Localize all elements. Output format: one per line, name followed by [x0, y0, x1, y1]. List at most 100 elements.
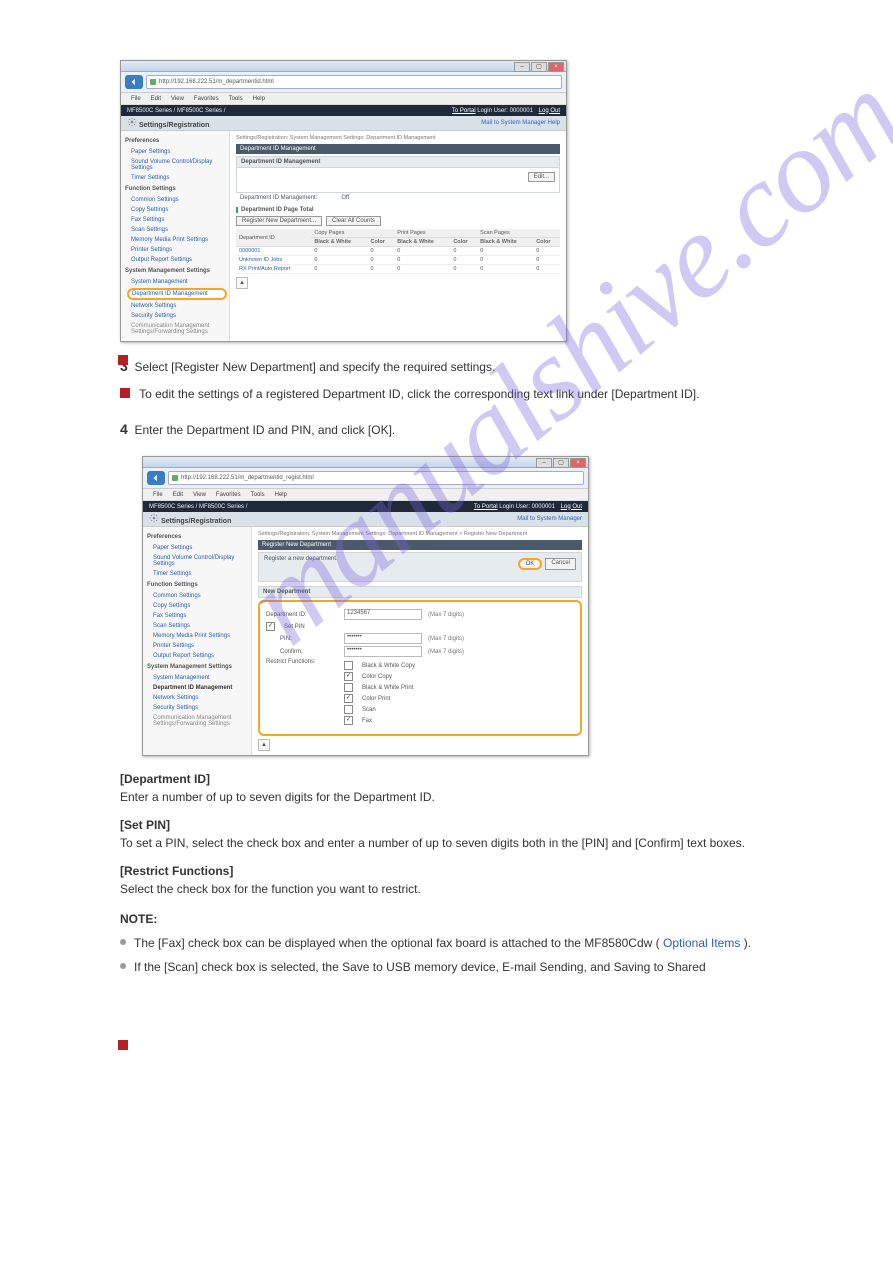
logout-link[interactable]: Log Out [539, 108, 560, 114]
rf-cbx-bwcopy[interactable] [344, 661, 353, 670]
dept-id-link[interactable]: Unknown ID Jobs [236, 256, 311, 265]
fd-restrict-desc: Select the check box for the function yo… [120, 882, 421, 896]
note-bullet-fax: The [Fax] check box can be displayed whe… [120, 934, 833, 952]
menu-tools[interactable]: Tools [251, 492, 265, 498]
note-scan-text: If the [Scan] check box is selected, the… [134, 960, 706, 974]
menu-favorites[interactable]: Favorites [194, 96, 219, 102]
back-to-top-button[interactable]: ▲ [258, 739, 270, 751]
sidebar-item-fax[interactable]: Fax Settings [121, 215, 229, 225]
settings-header: Settings/Registration Mail to System Man… [121, 116, 566, 131]
sidebar-item-common[interactable]: Common Settings [143, 591, 251, 601]
breadcrumb: Settings/Registration: System Management… [236, 135, 560, 141]
sidebar-item-network[interactable]: Network Settings [121, 301, 229, 311]
ok-button[interactable]: OK [518, 558, 543, 570]
help-link[interactable]: Help [548, 120, 560, 126]
cell-value: 0 [533, 265, 560, 274]
edit-button[interactable]: Edit... [528, 172, 555, 182]
sidebar: Preferences Paper Settings Sound Volume … [143, 527, 252, 755]
sidebar-item-memory[interactable]: Memory Media Print Settings [121, 235, 229, 245]
sidebar-item-scan[interactable]: Scan Settings [143, 621, 251, 631]
menu-view[interactable]: View [193, 492, 206, 498]
sidebar-item-printer[interactable]: Printer Settings [121, 245, 229, 255]
sidebar-item-output[interactable]: Output Report Settings [121, 255, 229, 265]
rf-cbx-fax[interactable] [344, 716, 353, 725]
clear-all-counts-button[interactable]: Clear All Counts [326, 216, 381, 226]
rf-cbx-bwprint[interactable] [344, 683, 353, 692]
back-button[interactable] [125, 75, 143, 89]
sidebar-item-copy[interactable]: Copy Settings [121, 205, 229, 215]
menu-edit[interactable]: Edit [173, 492, 183, 498]
sidebar-item-deptid[interactable]: Department ID Management [127, 288, 227, 300]
sidebar-item-comm[interactable]: Communication Management Settings/Forwar… [121, 321, 229, 337]
maximize-button[interactable]: ▢ [553, 458, 569, 468]
sidebar-item-system[interactable]: System Management [143, 673, 251, 683]
sidebar-item-printer[interactable]: Printer Settings [143, 641, 251, 651]
dept-id-link[interactable]: 0000001 [236, 247, 311, 256]
menu-favorites[interactable]: Favorites [216, 492, 241, 498]
sidebar-item-output[interactable]: Output Report Settings [143, 651, 251, 661]
sidebar-item-security[interactable]: Security Settings [121, 311, 229, 321]
sidebar-item-sound[interactable]: Sound Volume Control/Display Settings [121, 157, 229, 173]
main-pane-1: Settings/Registration: System Management… [230, 131, 566, 341]
device-model: MF8500C Series / MF8500C Series / [127, 108, 225, 114]
menu-edit[interactable]: Edit [151, 96, 161, 102]
menu-file[interactable]: File [131, 96, 141, 102]
optional-items-link[interactable]: Optional Items [663, 936, 740, 950]
note-bullet-scan: If the [Scan] check box is selected, the… [120, 958, 833, 976]
pin-input[interactable]: ••••••• [344, 633, 422, 644]
sidebar-item-paper[interactable]: Paper Settings [121, 147, 229, 157]
sidebar-item-fax[interactable]: Fax Settings [143, 611, 251, 621]
rf-cbx-scan[interactable] [344, 705, 353, 714]
sidebar-item-system[interactable]: System Management [121, 277, 229, 287]
sidebar-item-deptid[interactable]: Department ID Management [143, 683, 251, 693]
address-bar[interactable]: http://192.168.222.51/m_departmentid.htm… [146, 75, 562, 89]
deptid-input[interactable]: 1234567 [344, 609, 422, 620]
sidebar-item-timer[interactable]: Timer Settings [121, 173, 229, 183]
sidebar-item-memory[interactable]: Memory Media Print Settings [143, 631, 251, 641]
mail-sysmgr-link[interactable]: Mail to System Manager [517, 516, 582, 522]
minimize-button[interactable]: – [514, 62, 530, 72]
back-button[interactable] [147, 471, 165, 485]
rf-cbx-colorcopy[interactable] [344, 672, 353, 681]
confirm-input[interactable]: ••••••• [344, 646, 422, 657]
minimize-button[interactable]: – [536, 458, 552, 468]
sidebar-item-sound[interactable]: Sound Volume Control/Display Settings [143, 553, 251, 569]
settings-header: Settings/Registration Mail to System Man… [143, 512, 588, 527]
mail-sysmgr-link[interactable]: Mail to System Manager [481, 120, 546, 126]
sidebar-item-scan[interactable]: Scan Settings [121, 225, 229, 235]
menu-tools[interactable]: Tools [229, 96, 243, 102]
table-row: RX Print/Auto Report000000 [236, 265, 560, 274]
sidebar-item-comm[interactable]: Communication Management Settings/Forwar… [143, 713, 251, 729]
register-subpanel: Register a new department. OK Cancel [258, 552, 582, 582]
sidebar-item-network[interactable]: Network Settings [143, 693, 251, 703]
dept-id-link[interactable]: RX Print/Auto Report [236, 265, 311, 274]
menu-help[interactable]: Help [253, 96, 265, 102]
menu-file[interactable]: File [153, 492, 163, 498]
maximize-button[interactable]: ▢ [531, 62, 547, 72]
to-portal-link[interactable]: To Portal [474, 504, 498, 510]
rf-label: Color Print [362, 696, 390, 702]
sidebar-item-copy[interactable]: Copy Settings [143, 601, 251, 611]
register-subtext: Register a new department. [264, 556, 338, 562]
back-to-top-button[interactable]: ▲ [236, 277, 248, 289]
note-fax-tail: ). [744, 936, 751, 950]
setpin-label: Set PIN [284, 624, 305, 630]
sidebar-item-security[interactable]: Security Settings [143, 703, 251, 713]
rf-cbx-colorprint[interactable] [344, 694, 353, 703]
menu-help[interactable]: Help [275, 492, 287, 498]
sidebar-item-common[interactable]: Common Settings [121, 195, 229, 205]
address-bar[interactable]: http://192.168.222.51/m_departmentid_reg… [168, 471, 584, 485]
step3-text: 3 Select [Register New Department] and s… [120, 356, 833, 403]
close-button[interactable]: × [548, 62, 564, 72]
sidebar-item-timer[interactable]: Timer Settings [143, 569, 251, 579]
to-portal-link[interactable]: To Portal [452, 108, 476, 114]
th-dept-id: Department ID [236, 229, 311, 247]
logout-link[interactable]: Log Out [561, 504, 582, 510]
cancel-button[interactable]: Cancel [545, 558, 576, 570]
margin-red-marker-2 [118, 1040, 128, 1050]
register-new-dept-button[interactable]: Register New Department... [236, 216, 322, 226]
menu-view[interactable]: View [171, 96, 184, 102]
sidebar-item-paper[interactable]: Paper Settings [143, 543, 251, 553]
setpin-checkbox[interactable] [266, 622, 275, 631]
close-button[interactable]: × [570, 458, 586, 468]
